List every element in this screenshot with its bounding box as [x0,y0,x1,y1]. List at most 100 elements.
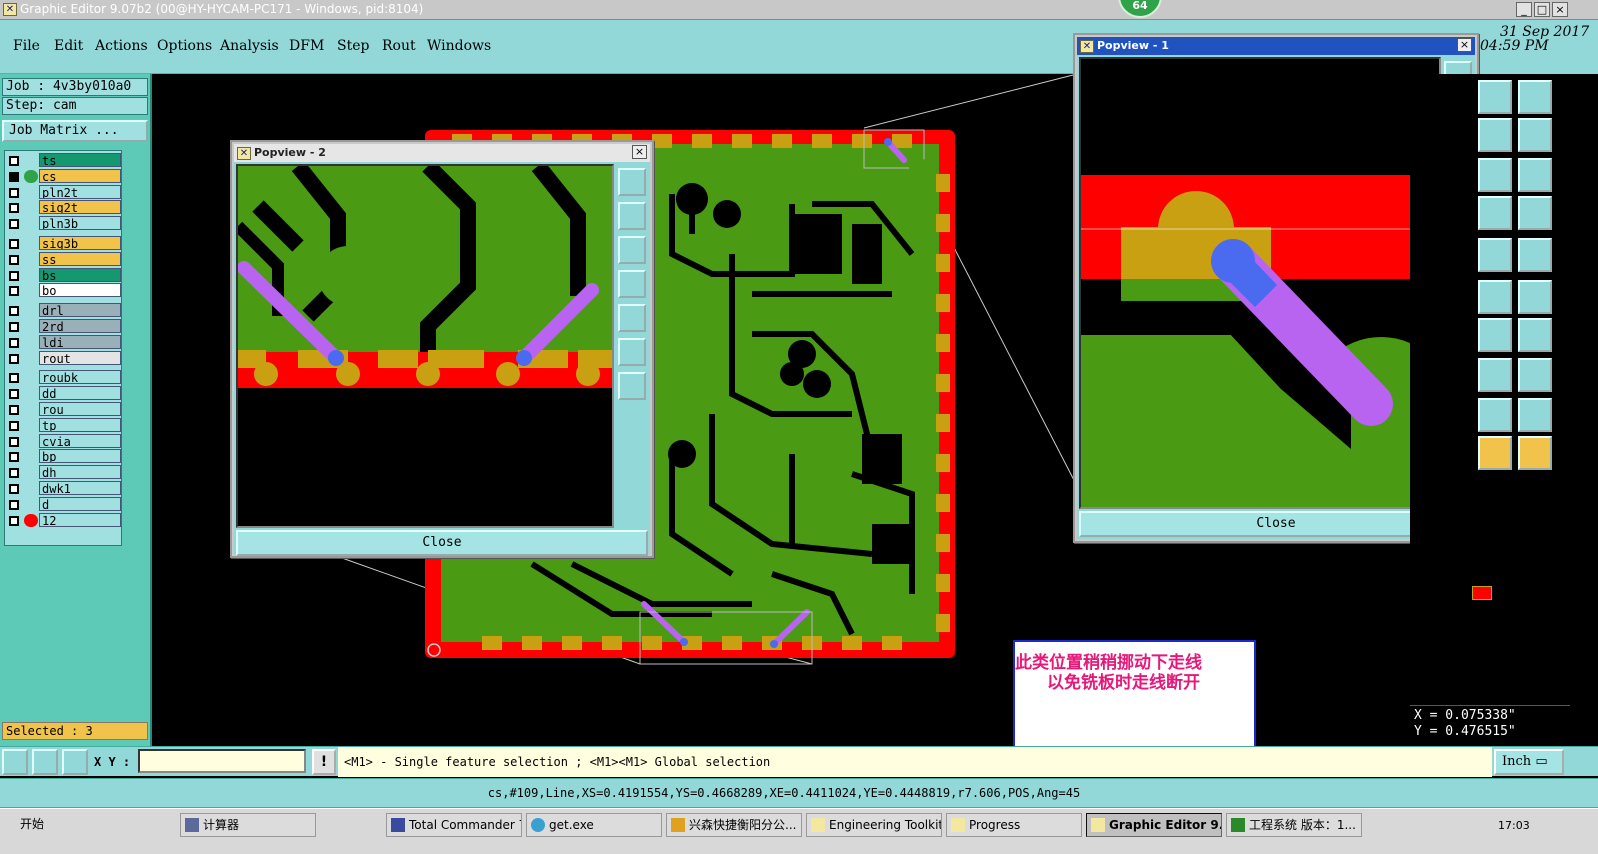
task-calculator[interactable]: 计算器 [180,813,316,837]
affected-slot[interactable] [24,450,38,463]
layer-checkbox[interactable] [9,337,19,348]
affected-slot[interactable] [24,253,38,266]
scale-icon[interactable] [1478,158,1512,192]
popview-1-view[interactable] [1079,57,1441,509]
task-xingsen[interactable]: 兴森快捷衡阳分公... [666,813,802,837]
layer-name[interactable]: bo [39,283,121,298]
menu-file[interactable]: File [13,38,40,54]
menu-windows[interactable]: Windows [427,38,491,54]
rotate-icon[interactable] [1478,118,1512,152]
layer-checkbox[interactable] [9,156,19,166]
snake-icon[interactable] [1518,118,1552,152]
affected-slot[interactable] [24,403,38,416]
red-dot-icon[interactable] [24,513,38,527]
layer-row-sig2t[interactable]: sig2t [5,200,121,215]
layer-checkbox[interactable] [9,405,19,415]
layer-checkbox[interactable] [9,171,19,182]
home-icon[interactable] [1478,80,1512,114]
affected-slot[interactable] [24,217,38,230]
affected-icon[interactable] [24,169,38,183]
measure-icon[interactable] [1478,280,1512,314]
layer-name[interactable]: dd [39,386,121,401]
affected-slot[interactable] [24,498,38,511]
layer-name[interactable]: bs [39,267,121,282]
help-icon[interactable] [1518,158,1552,192]
affected-slot[interactable] [24,154,38,167]
layer-name[interactable]: rou [39,402,121,416]
layer-name[interactable]: pln3b [39,216,121,231]
affected-slot[interactable] [24,352,38,365]
layer-name[interactable]: cvia [39,433,121,448]
layer-checkbox[interactable] [9,286,19,297]
layer-checkbox[interactable] [9,436,19,447]
fit-icon[interactable] [618,338,646,366]
net-all-icon[interactable] [1518,196,1552,230]
task-progress[interactable]: Progress [946,813,1082,837]
menu-options[interactable]: Options [157,38,212,54]
zoom-in-icon[interactable] [618,168,646,196]
select-move-icon[interactable] [1518,436,1552,470]
layer-row-rou[interactable]: rou [5,402,121,417]
snap-icon[interactable] [2,749,28,775]
pan-up-icon[interactable] [618,202,646,230]
menu-actions[interactable]: Actions [95,38,148,54]
layer-row-pln2t[interactable]: pln2t [5,184,121,200]
grid-icon[interactable] [62,749,88,775]
layer-checkbox[interactable] [9,420,19,431]
undo-icon[interactable] [1478,318,1512,352]
layer-row-d[interactable]: d [5,496,121,512]
pan-down-icon[interactable] [618,236,646,264]
layer-name[interactable]: tp [39,417,121,432]
affected-slot[interactable] [24,466,38,479]
text-b-icon[interactable] [1518,398,1552,432]
affected-slot[interactable] [24,336,38,349]
layer-checkbox[interactable] [9,203,19,214]
affected-slot[interactable] [24,269,38,282]
frame-icon[interactable] [1518,80,1552,114]
affected-slot[interactable] [24,304,38,317]
layer-checkbox[interactable] [9,499,19,510]
layer-row-bo[interactable]: bo [5,283,121,298]
affected-slot[interactable] [24,482,38,495]
dot-icon[interactable] [1518,238,1552,272]
menu-dfm[interactable]: DFM [289,38,324,54]
affected-slot[interactable] [24,419,38,432]
layer-checkbox[interactable] [9,270,19,281]
task-graphic-editor[interactable]: Graphic Editor 9.0... [1086,813,1222,837]
layer-checkbox[interactable] [9,452,19,463]
layer-name[interactable]: cs [39,168,121,183]
layer-name[interactable]: rout [39,350,121,365]
layer-checkbox[interactable] [9,219,19,230]
pan-left-icon[interactable] [618,270,646,298]
layer-name[interactable]: ts [39,153,121,167]
layers-icon[interactable] [1518,358,1552,392]
layer-checkbox[interactable] [9,306,19,317]
layer-name[interactable]: roubk [39,370,121,385]
layer-row-tp[interactable]: tp [5,417,121,433]
layer-row-2rd[interactable]: 2rd [5,319,121,334]
dimension-icon[interactable] [1478,358,1512,392]
layer-row-cvia[interactable]: cvia [5,433,121,449]
layer-name[interactable]: sig2t [39,200,121,215]
unit-selector[interactable]: Inch ▭ [1494,749,1564,775]
layer-checkbox[interactable] [9,239,19,249]
job-matrix-button[interactable]: Job Matrix ... [2,120,148,142]
layer-name[interactable]: d [39,496,121,511]
minimize-button[interactable]: _ [1516,2,1532,17]
popview-2-close-icon[interactable]: × [632,145,647,159]
layer-row-sig3b[interactable]: sig3b [5,236,121,251]
title-bar[interactable]: ✕ Graphic Editor 9.07b2 (00@HY-HYCAM-PC1… [0,0,1598,20]
layer-row-ts[interactable]: ts [5,153,121,168]
angle-icon[interactable] [32,749,58,775]
measure2-icon[interactable] [1518,280,1552,314]
pan-right-icon[interactable] [618,304,646,332]
layer-name[interactable]: pln2t [39,184,121,199]
layer-row-dh[interactable]: dh [5,465,121,480]
layer-row-bs[interactable]: bs [5,267,121,283]
layer-checkbox[interactable] [9,187,19,198]
text-a-icon[interactable] [1478,398,1512,432]
layer-checkbox[interactable] [9,468,19,479]
affected-slot[interactable] [24,237,38,250]
layer-checkbox[interactable] [9,254,19,265]
task-engineering-system[interactable]: 工程系统 版本：1... [1226,813,1362,837]
